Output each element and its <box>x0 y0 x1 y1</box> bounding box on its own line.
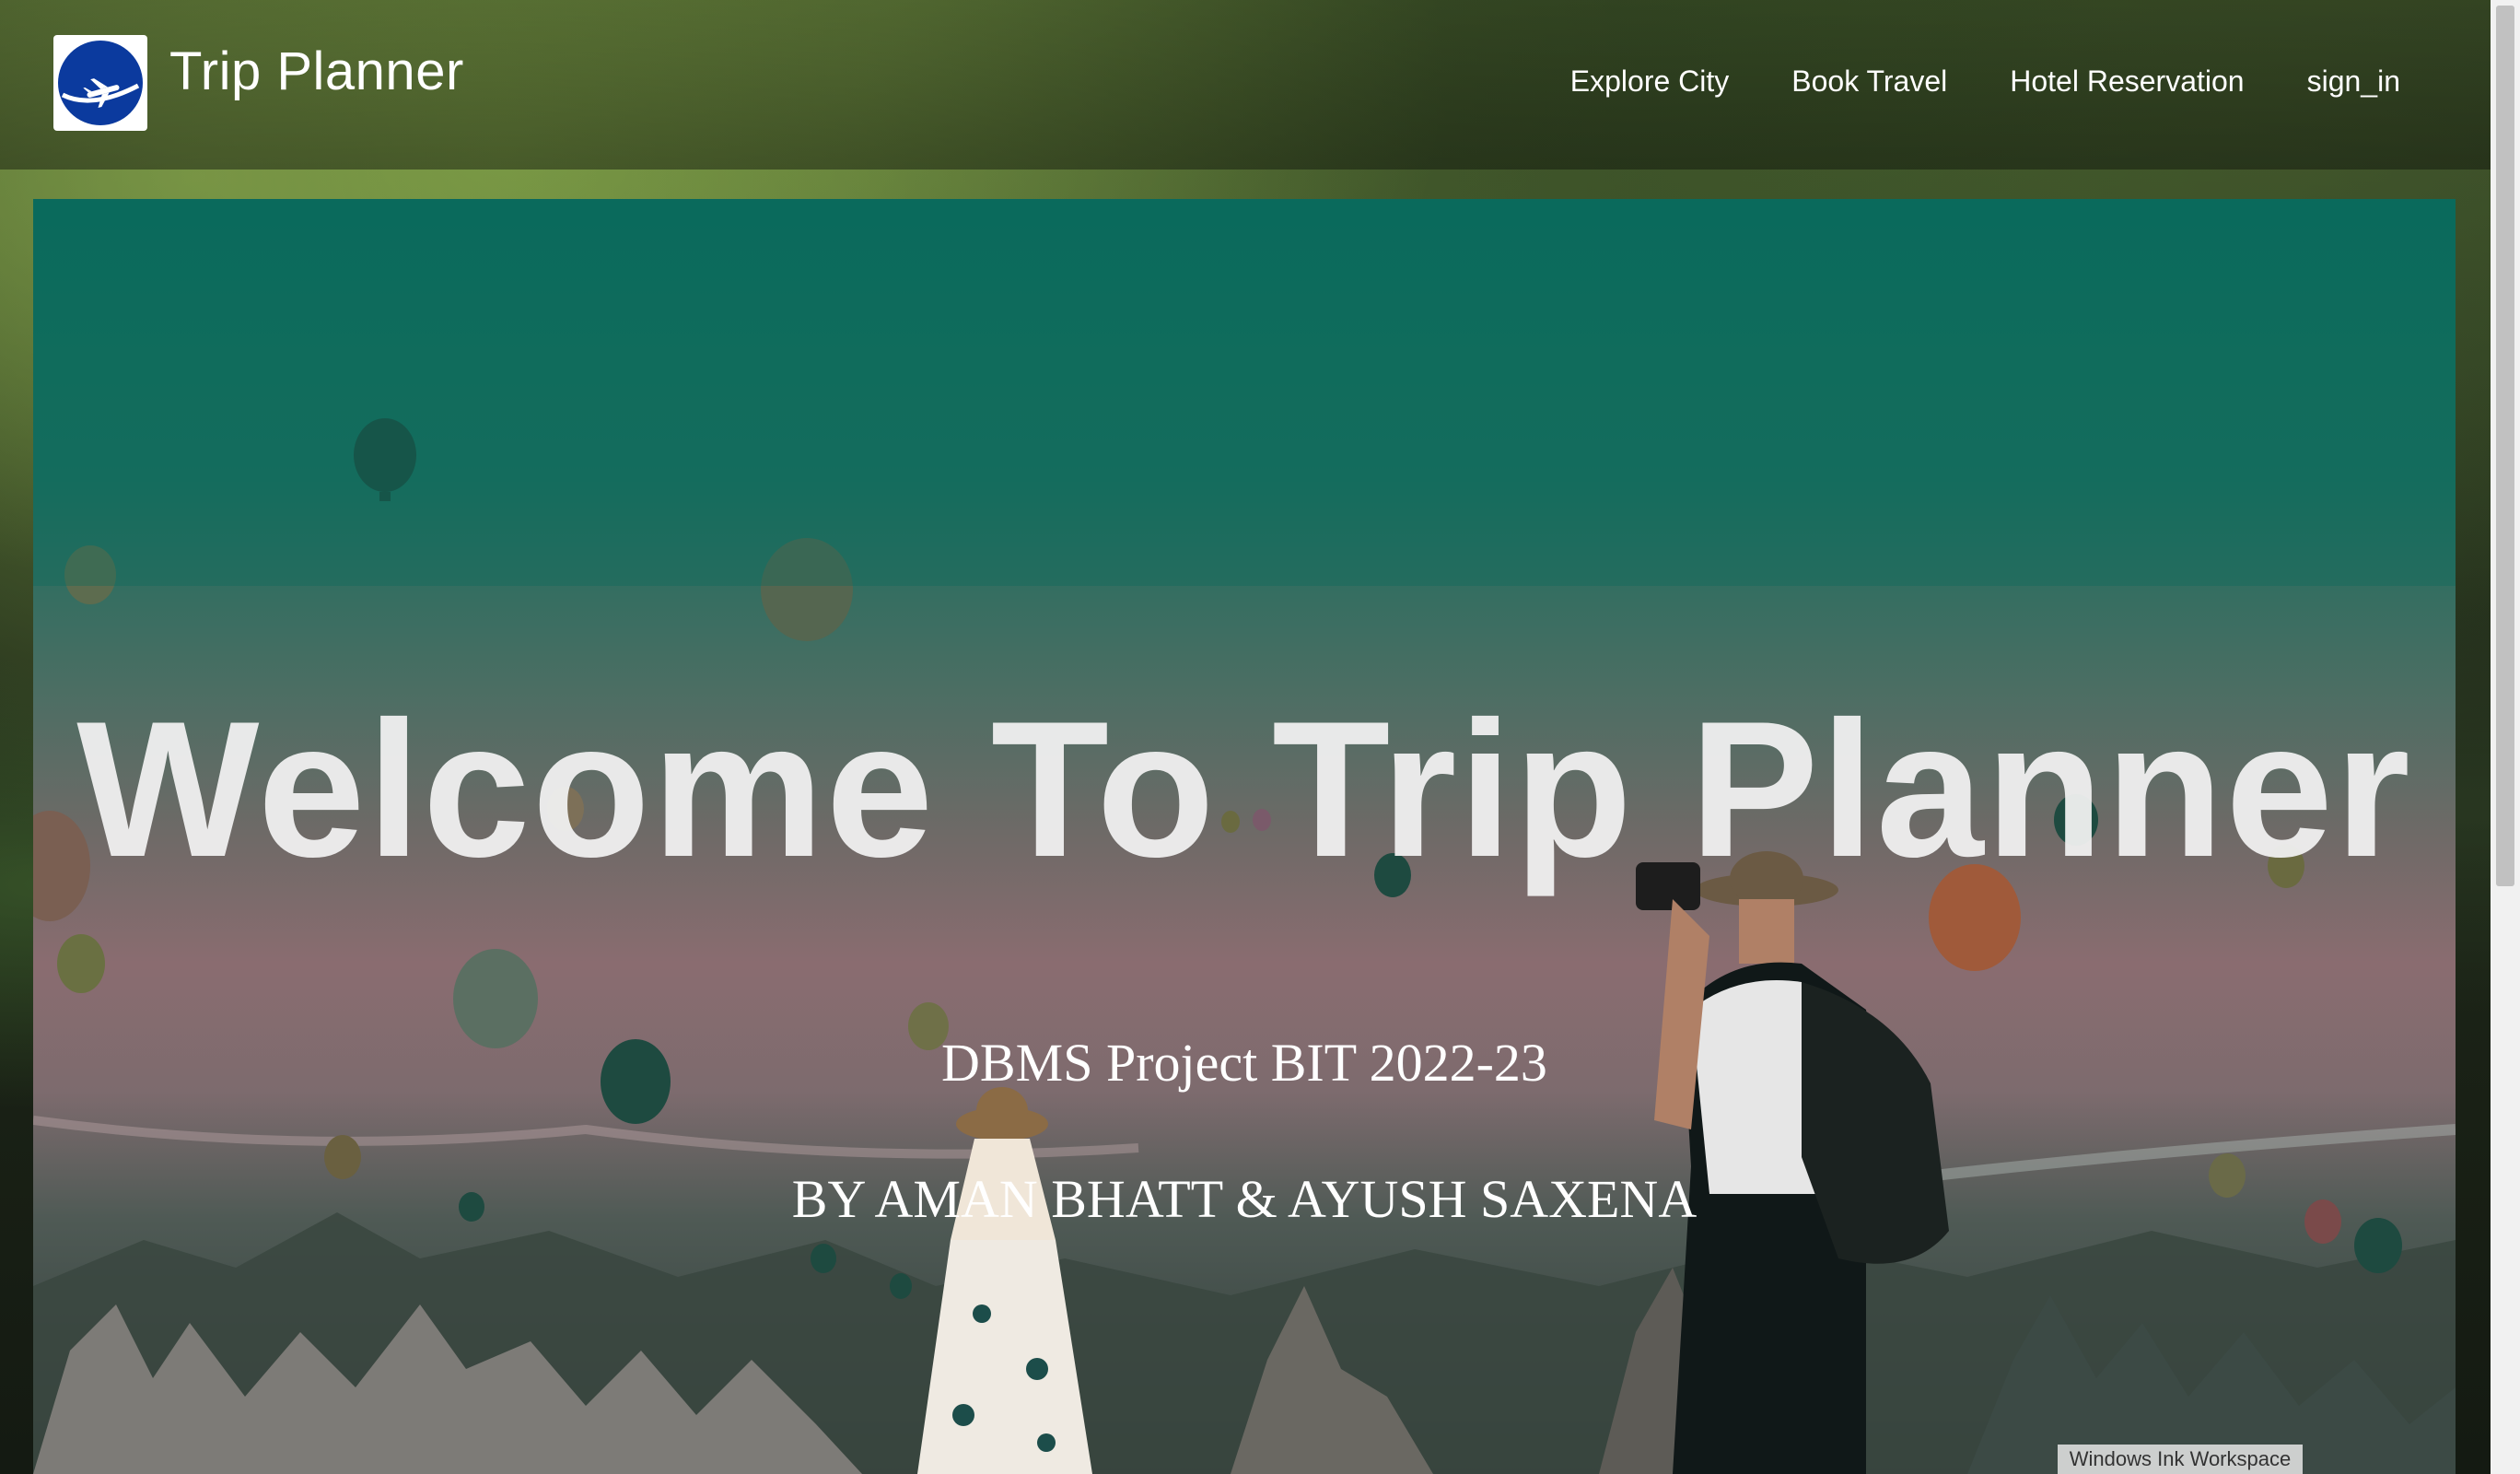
nav-book-travel[interactable]: Book Travel <box>1791 61 1947 101</box>
scrollbar-thumb[interactable] <box>2496 6 2514 886</box>
airplane-logo-icon <box>58 41 143 125</box>
hero-title: Welcome To Trip Planner <box>76 680 2412 897</box>
windows-ink-workspace-tag[interactable]: Windows Ink Workspace <box>2058 1445 2303 1474</box>
nav-explore-city[interactable]: Explore City <box>1570 61 1730 101</box>
hero-subtitle: DBMS Project BIT 2022-23 <box>941 1033 1547 1093</box>
navbar: Trip Planner Explore City Book Travel Ho… <box>0 0 2491 170</box>
brand-name[interactable]: Trip Planner <box>169 39 464 105</box>
hero-banner: Welcome To Trip Planner DBMS Project BIT… <box>33 199 2456 1474</box>
nav-hotel-reservation[interactable]: Hotel Reservation <box>2010 61 2244 101</box>
hero-authors: BY AMAN BHATT & AYUSH SAXENA <box>791 1169 1698 1229</box>
page-scrollbar[interactable] <box>2491 0 2520 1474</box>
logo[interactable] <box>53 35 147 131</box>
nav-sign-in[interactable]: sign_in <box>2307 61 2400 101</box>
nav-menu: Explore City Book Travel Hotel Reservati… <box>1570 61 2400 101</box>
page: Trip Planner Explore City Book Travel Ho… <box>0 0 2491 1474</box>
